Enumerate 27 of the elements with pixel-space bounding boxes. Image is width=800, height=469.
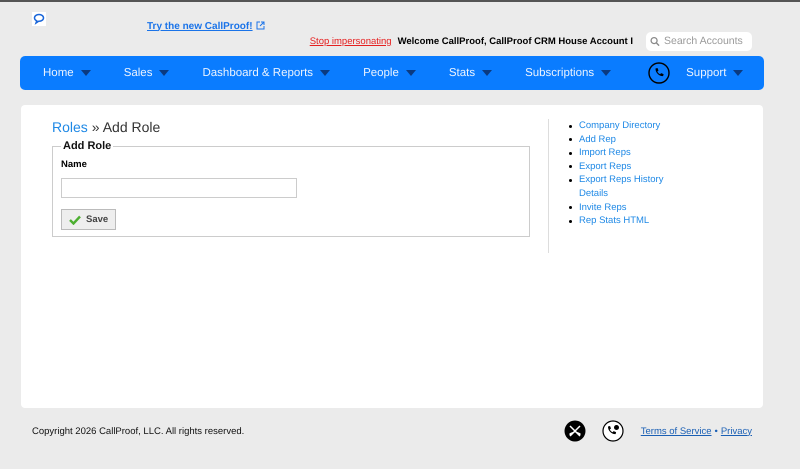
sidebar-link[interactable]: Company Directory: [579, 119, 660, 133]
nav-menu-item[interactable]: Home: [43, 67, 91, 79]
terms-link[interactable]: Terms of Service: [640, 426, 712, 436]
sidebar-link[interactable]: Invite Reps: [579, 200, 627, 214]
save-button[interactable]: Save: [61, 209, 116, 230]
nav-menu-item[interactable]: Support: [686, 67, 744, 79]
nav-menu-item[interactable]: Sales: [124, 67, 170, 79]
sidebar-link[interactable]: Export Reps History Details: [579, 173, 679, 201]
sidebar-link[interactable]: Export Reps: [579, 160, 632, 174]
sidebar-link[interactable]: Add Rep: [579, 132, 616, 146]
nav-menu-item[interactable]: Subscriptions: [525, 67, 612, 79]
nav-menu-item[interactable]: Stats: [448, 67, 492, 79]
sidebar-link[interactable]: Rep Stats HTML: [579, 214, 650, 228]
nav-menu-item[interactable]: People: [363, 67, 416, 79]
welcome-text: Welcome CallProof, CallProof CRM House Account I: [398, 36, 633, 46]
copyright-text: Copyright 2026 CallProof, LLC. All rights reserved.: [32, 426, 244, 436]
nav-menu-item[interactable]: Dashboard & Reports: [202, 67, 330, 79]
search-field[interactable]: Search Accounts: [646, 32, 752, 50]
privacy-link[interactable]: Privacy: [720, 426, 752, 436]
field-label: Name: [61, 159, 88, 170]
panel-legend: Add Role: [61, 140, 114, 152]
separator-text: •: [714, 426, 718, 436]
breadcrumb-link[interactable]: Roles: [52, 119, 88, 135]
breadcrumb-current: » Add Role: [92, 119, 160, 135]
try-new-link[interactable]: Try the new CallProof!: [147, 20, 253, 32]
stop-impersonating-link[interactable]: Stop impersonating: [310, 36, 392, 46]
sidebar-link[interactable]: Import Reps: [579, 146, 631, 160]
